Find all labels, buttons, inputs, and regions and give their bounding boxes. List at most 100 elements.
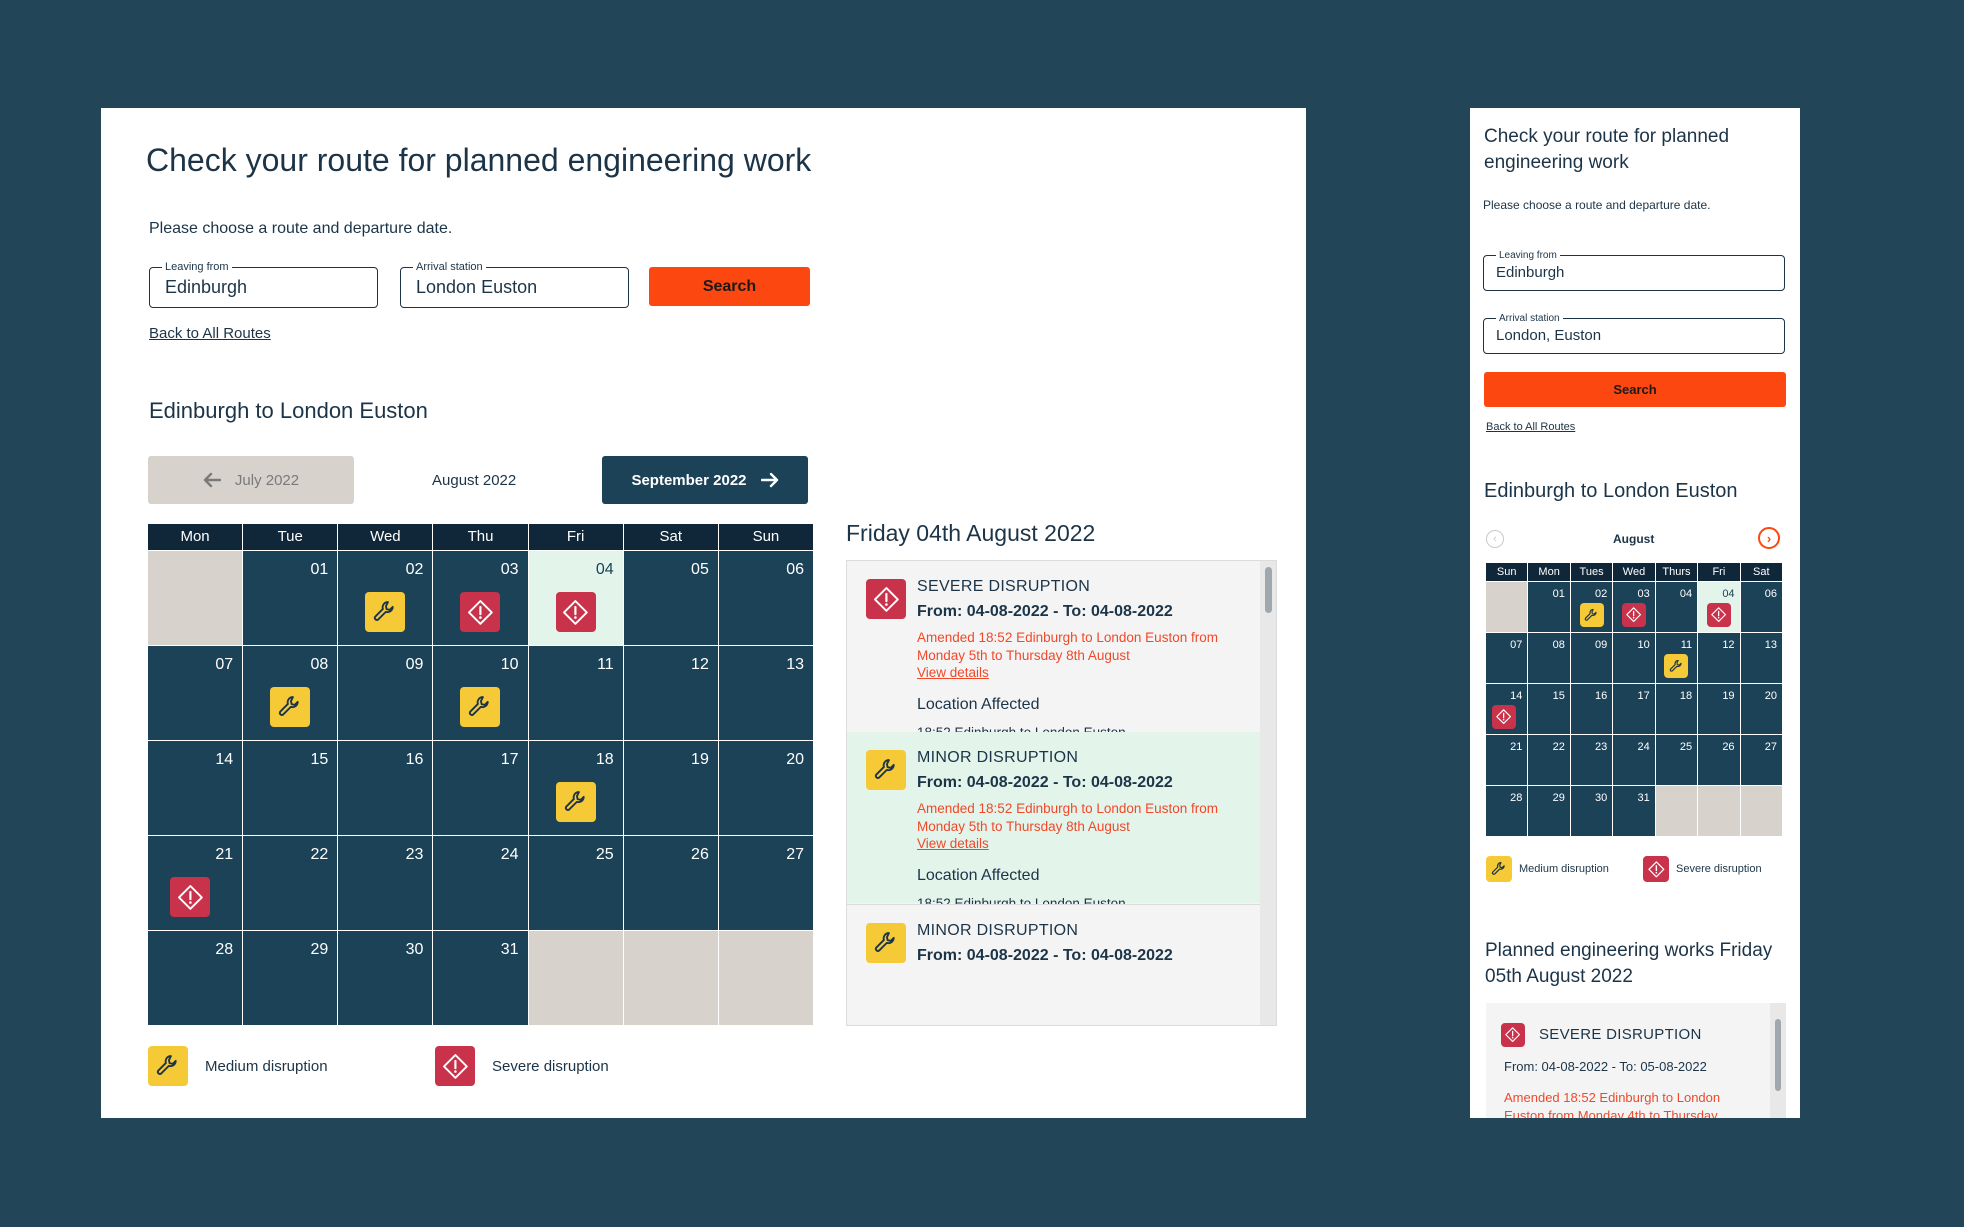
calendar-day-cell[interactable]: 31 <box>433 931 528 1025</box>
calendar-day-cell[interactable]: 06 <box>718 551 813 645</box>
location-affected-label: Location Affected <box>917 696 1040 713</box>
scrollbar-thumb[interactable] <box>1265 567 1272 613</box>
entry-title: MINOR DISRUPTION <box>917 749 1079 766</box>
calendar-day-cell[interactable]: 26 <box>623 836 718 930</box>
leaving-from-field[interactable]: Leaving from Edinburgh <box>149 260 378 308</box>
day-number: 16 <box>1595 690 1608 702</box>
calendar-day-cell[interactable]: 23 <box>338 836 433 930</box>
calendar-day-cell[interactable]: 30 <box>338 931 433 1025</box>
entry-title: MINOR DISRUPTION <box>917 922 1079 939</box>
calendar-day-cell[interactable]: 20 <box>718 741 813 835</box>
calendar-day-cell[interactable]: 19 <box>1698 684 1740 734</box>
calendar-empty-cell <box>1698 786 1740 836</box>
calendar-day-cell[interactable]: 27 <box>1740 735 1782 785</box>
arrival-station-field[interactable]: Arrival station London, Euston <box>1483 312 1785 354</box>
calendar-day-cell[interactable]: 07 <box>148 646 243 740</box>
calendar-day-cell[interactable]: 18 <box>1655 684 1698 734</box>
route-title: Edinburgh to London Euston <box>149 398 428 423</box>
calendar-day-cell[interactable]: 11 <box>528 646 623 740</box>
calendar-day-cell[interactable]: 22 <box>243 836 338 930</box>
calendar-day-cell[interactable]: 12 <box>623 646 718 740</box>
entry-amended: Amended 18:52 Edinburgh to London Euston… <box>1504 1090 1721 1118</box>
calendar-day-cell[interactable]: 31 <box>1613 786 1655 836</box>
view-details-link[interactable]: View details <box>917 665 989 680</box>
calendar-day-cell[interactable]: 05 <box>623 551 718 645</box>
calendar-day-cell[interactable]: 09 <box>1570 633 1613 683</box>
search-button[interactable]: Search <box>1484 372 1786 407</box>
next-month-button[interactable]: › <box>1758 527 1780 549</box>
calendar-day-cell[interactable]: 25 <box>528 836 623 930</box>
calendar-day-cell[interactable]: 07 <box>1486 633 1528 683</box>
calendar-day-cell[interactable]: 06 <box>1740 582 1782 632</box>
leaving-from-value[interactable]: Edinburgh <box>1496 264 1564 281</box>
day-number: 02 <box>405 561 424 578</box>
view-details-link[interactable]: View details <box>917 836 989 851</box>
scrollbar[interactable] <box>1770 1003 1786 1118</box>
calendar-day-cell[interactable]: 27 <box>718 836 813 930</box>
calendar-day-cell[interactable]: 17 <box>433 741 528 835</box>
warning-diamond-icon <box>866 579 906 619</box>
day-number: 24 <box>1637 741 1650 753</box>
leaving-from-value[interactable]: Edinburgh <box>165 277 247 298</box>
previous-month-button[interactable]: ‹ <box>1486 530 1504 548</box>
calendar-day-cell[interactable]: 24 <box>1613 735 1655 785</box>
calendar-day-cell[interactable]: 12 <box>1698 633 1740 683</box>
calendar-day-cell[interactable]: 28 <box>1486 786 1528 836</box>
calendar-day-cell[interactable]: 08 <box>1528 633 1570 683</box>
scrollbar[interactable] <box>1260 561 1276 1025</box>
calendar-day-cell[interactable]: 04 <box>528 551 623 645</box>
calendar-day-cell[interactable]: 29 <box>243 931 338 1025</box>
back-to-all-routes-link[interactable]: Back to All Routes <box>149 325 271 342</box>
calendar-day-cell[interactable]: 03 <box>433 551 528 645</box>
next-month-button[interactable]: September 2022 <box>602 456 808 504</box>
arrival-station-field[interactable]: Arrival station London Euston <box>400 260 629 308</box>
calendar-day-cell[interactable]: 14 <box>148 741 243 835</box>
calendar-day-cell[interactable]: 15 <box>243 741 338 835</box>
calendar-day-cell[interactable]: 02 <box>338 551 433 645</box>
previous-month-button[interactable]: July 2022 <box>148 456 354 504</box>
calendar-day-cell[interactable]: 30 <box>1570 786 1613 836</box>
calendar-day-cell[interactable]: 04 <box>1698 582 1740 632</box>
calendar-day-cell[interactable]: 23 <box>1570 735 1613 785</box>
calendar-day-cell[interactable]: 18 <box>528 741 623 835</box>
calendar-day-cell[interactable]: 22 <box>1528 735 1570 785</box>
calendar-day-cell[interactable]: 13 <box>1740 633 1782 683</box>
calendar-day-cell[interactable]: 24 <box>433 836 528 930</box>
back-to-all-routes-link[interactable]: Back to All Routes <box>1486 421 1575 433</box>
entry-dates: From: 04-08-2022 - To: 04-08-2022 <box>917 947 1173 964</box>
calendar-day-cell[interactable]: 17 <box>1613 684 1655 734</box>
calendar-day-cell[interactable]: 21 <box>1486 735 1528 785</box>
calendar-day-cell[interactable]: 11 <box>1655 633 1698 683</box>
calendar-day-cell[interactable]: 20 <box>1740 684 1782 734</box>
day-number: 25 <box>595 846 614 863</box>
day-number: 02 <box>1595 588 1608 600</box>
day-number: 11 <box>1680 639 1693 651</box>
calendar-day-cell[interactable]: 08 <box>243 646 338 740</box>
calendar-day-cell[interactable]: 25 <box>1655 735 1698 785</box>
calendar-day-cell[interactable]: 21 <box>148 836 243 930</box>
search-button[interactable]: Search <box>649 267 810 306</box>
calendar-day-cell[interactable]: 16 <box>338 741 433 835</box>
arrival-station-value[interactable]: London Euston <box>416 277 537 298</box>
calendar-day-cell[interactable]: 01 <box>1528 582 1570 632</box>
calendar-day-cell[interactable]: 28 <box>148 931 243 1025</box>
calendar-day-cell[interactable]: 10 <box>1613 633 1655 683</box>
scrollbar-thumb[interactable] <box>1775 1019 1781 1091</box>
calendar-day-cell[interactable]: 02 <box>1570 582 1613 632</box>
calendar-day-cell[interactable]: 13 <box>718 646 813 740</box>
day-number: 10 <box>1637 639 1650 651</box>
calendar-day-cell[interactable]: 19 <box>623 741 718 835</box>
calendar-day-cell[interactable]: 03 <box>1613 582 1655 632</box>
calendar-day-cell[interactable]: 16 <box>1570 684 1613 734</box>
leaving-from-field[interactable]: Leaving from Edinburgh <box>1483 249 1785 291</box>
calendar-day-cell[interactable]: 09 <box>338 646 433 740</box>
day-number: 29 <box>310 941 329 958</box>
calendar-day-cell[interactable]: 01 <box>243 551 338 645</box>
calendar-day-cell[interactable]: 26 <box>1698 735 1740 785</box>
calendar-day-cell[interactable]: 29 <box>1528 786 1570 836</box>
calendar-day-cell[interactable]: 10 <box>433 646 528 740</box>
calendar-day-cell[interactable]: 14 <box>1486 684 1528 734</box>
arrival-station-value[interactable]: London, Euston <box>1496 327 1601 344</box>
calendar-day-cell[interactable]: 15 <box>1528 684 1570 734</box>
calendar-day-cell[interactable]: 04 <box>1655 582 1698 632</box>
